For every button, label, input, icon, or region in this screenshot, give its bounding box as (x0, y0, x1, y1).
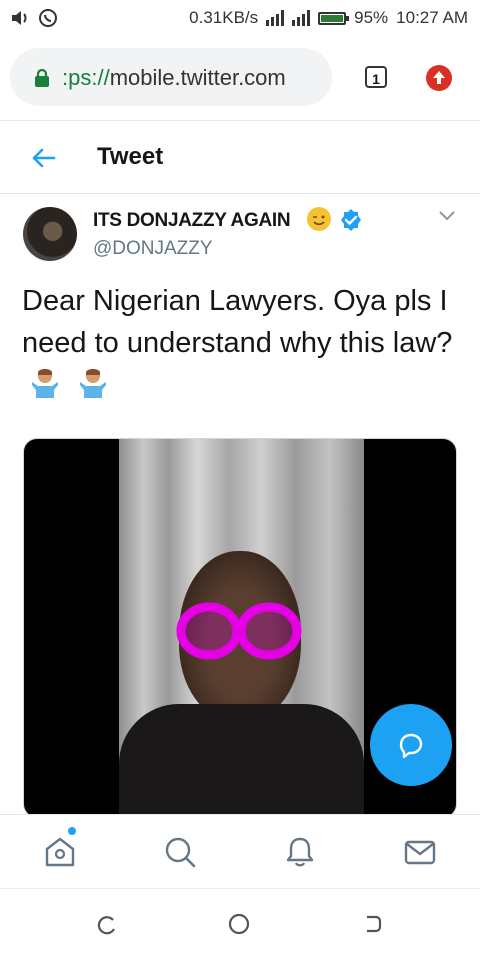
url-scheme: :ps:// (62, 65, 110, 90)
tab-switcher-button[interactable]: 1 (365, 66, 387, 88)
url-text: :ps://mobile.twitter.com (62, 65, 286, 91)
update-button[interactable] (426, 65, 452, 91)
home-icon[interactable] (43, 835, 77, 869)
page-title: Tweet (97, 143, 164, 170)
arrow-up-icon (433, 71, 445, 84)
bottom-navigation (0, 814, 480, 888)
reply-bubble-icon (399, 733, 423, 759)
back-arrow-icon[interactable] (30, 145, 56, 171)
browser-toolbar: :ps://mobile.twitter.com 1 (0, 38, 480, 120)
address-bar[interactable]: :ps://mobile.twitter.com (10, 48, 332, 106)
signal-icon-2 (292, 10, 311, 26)
man-shrugging-emoji-icon (32, 369, 58, 398)
battery-icon (318, 11, 350, 25)
verified-badge-icon (341, 209, 361, 231)
back-icon[interactable] (362, 913, 384, 935)
volume-icon (12, 11, 27, 25)
chevron-down-icon[interactable] (438, 210, 456, 222)
messages-icon[interactable] (403, 835, 437, 869)
notifications-icon[interactable] (283, 835, 317, 869)
lock-icon (35, 69, 49, 87)
avatar[interactable] (23, 207, 77, 261)
home-circle-icon[interactable] (228, 913, 250, 935)
system-navigation-bar (0, 888, 480, 960)
video-frame (119, 439, 364, 817)
page-header: Tweet (0, 120, 480, 194)
video-person-body (119, 704, 364, 817)
home-notification-dot (68, 827, 76, 835)
tweet-body: Dear Nigerian Lawyers. Oya pls I need to… (22, 285, 453, 359)
author-name[interactable]: ITS DONJAZZY AGAIN (93, 210, 291, 232)
tweet-text: Dear Nigerian Lawyers. Oya pls I need to… (22, 280, 462, 406)
reply-fab-button[interactable] (370, 704, 452, 786)
wink-emoji-icon (307, 207, 331, 231)
clock: 10:27 AM (396, 8, 468, 27)
man-shrugging-emoji-icon (80, 369, 107, 398)
recents-icon[interactable] (96, 913, 118, 935)
glasses-filter-icon (176, 602, 302, 660)
network-speed: 0.31KB/s (189, 8, 259, 27)
status-bar: 0.31KB/s 95% 10:27 AM (0, 0, 480, 38)
author-handle[interactable]: @DONJAZZY (93, 238, 213, 260)
signal-icon (266, 10, 285, 26)
url-host: mobile.twitter.com (109, 65, 286, 90)
whatsapp-icon (39, 9, 57, 27)
search-icon[interactable] (163, 835, 197, 869)
battery-percent: 95% (354, 8, 389, 27)
